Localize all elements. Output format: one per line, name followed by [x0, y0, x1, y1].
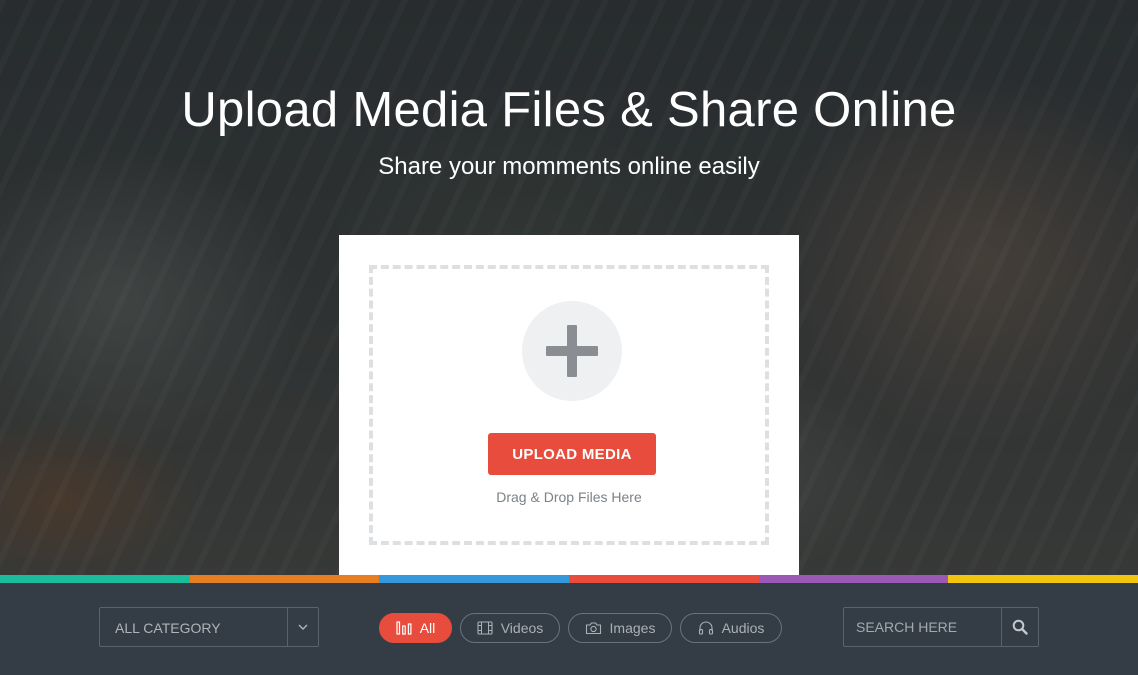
stripe-segment [0, 575, 190, 583]
upload-media-button[interactable]: UPLOAD MEDIA [488, 433, 656, 475]
headphones-icon [698, 621, 713, 635]
drop-hint: Drag & Drop Files Here [496, 489, 642, 505]
plus-icon[interactable] [522, 301, 622, 401]
category-select-value: ALL CATEGORY [115, 620, 221, 636]
stripe-segment [189, 575, 380, 583]
stripe-segment [948, 575, 1138, 583]
search-icon [1012, 619, 1028, 635]
stripe-segment [379, 575, 570, 583]
upload-card: UPLOAD MEDIA Drag & Drop Files Here [339, 235, 799, 575]
filter-all[interactable]: All [379, 613, 452, 643]
filter-bar: ALL CATEGORY All Videos Images Audios SE… [0, 583, 1138, 675]
film-icon [477, 621, 493, 635]
stripe-segment [758, 575, 949, 583]
chevron-down-icon[interactable] [287, 608, 318, 646]
filter-images-label: Images [609, 620, 656, 636]
category-select[interactable]: ALL CATEGORY [99, 607, 319, 647]
filter-audios-label: Audios [721, 620, 765, 636]
page-subtitle: Share your momments online easily [378, 153, 760, 180]
drop-zone[interactable]: UPLOAD MEDIA Drag & Drop Files Here [369, 265, 769, 545]
search-input[interactable] [844, 608, 1002, 646]
filter-images[interactable]: Images [568, 613, 672, 643]
filter-audios[interactable]: Audios [680, 613, 782, 643]
filter-videos-label: Videos [500, 620, 544, 636]
filter-videos[interactable]: Videos [460, 613, 560, 643]
page-title: Upload Media Files & Share Online [181, 83, 957, 137]
search-box [843, 607, 1039, 647]
search-button[interactable] [1001, 608, 1038, 646]
camera-icon [585, 622, 601, 635]
color-stripe [0, 575, 1138, 583]
stripe-segment [569, 575, 759, 583]
filter-all-label: All [419, 620, 436, 636]
bar-chart-icon [396, 621, 412, 635]
